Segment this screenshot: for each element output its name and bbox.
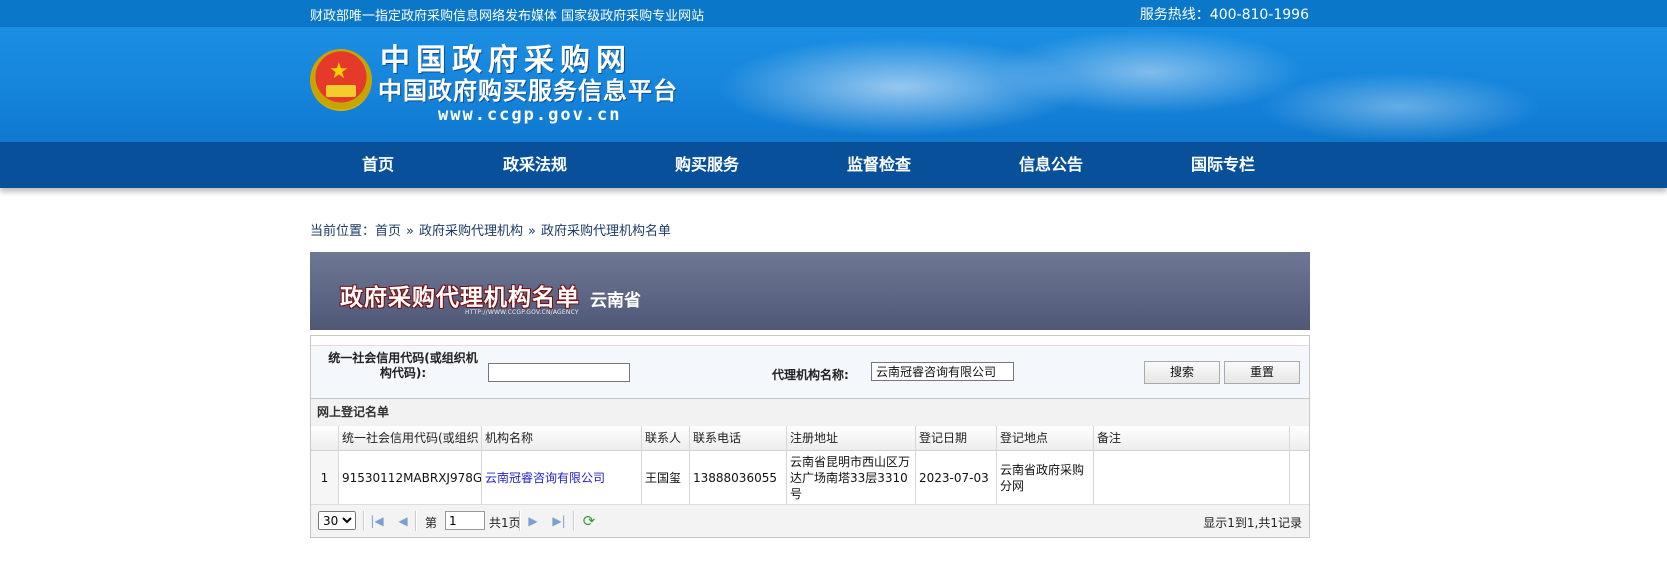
- agency-name-label: 代理机构名称:: [772, 368, 849, 382]
- breadcrumb-agency[interactable]: 政府采购代理机构: [419, 224, 523, 239]
- site-subtitle: 中国政府购买服务信息平台: [378, 77, 678, 105]
- pager-divider: [415, 511, 417, 531]
- table-row[interactable]: 1 91530112MABRXJ978G 云南冠睿咨询有限公司 王国玺 1388…: [311, 451, 1309, 505]
- site-title[interactable]: 中国政府采购网: [380, 45, 632, 77]
- next-page-icon[interactable]: ▶: [525, 513, 541, 529]
- service-hotline: 服务热线：400-810-1996: [1139, 7, 1309, 23]
- page-number-input[interactable]: [445, 511, 485, 530]
- header-contact[interactable]: 联系人: [642, 426, 690, 450]
- agency-name-input[interactable]: [871, 362, 1014, 381]
- site-url: www.ccgp.gov.cn: [438, 105, 622, 125]
- main-nav: 首页 政采法规 购买服务 监督检查 信息公告 国际专栏: [0, 142, 1667, 188]
- nav-announcements[interactable]: 信息公告: [1019, 142, 1083, 188]
- pager-divider: [519, 511, 521, 531]
- pager-divider: [573, 511, 575, 531]
- cell-address: 云南省昆明市西山区万达广场南塔33层3310号: [787, 451, 916, 504]
- nav-supervision[interactable]: 监督检查: [847, 142, 911, 188]
- page-size-select[interactable]: 30: [318, 511, 356, 530]
- page-title: 政府采购代理机构名单: [340, 284, 580, 311]
- banner-url: HTTP://WWW.CCGP.GOV.CN/AGENCY: [465, 309, 579, 316]
- site-slogan: 财政部唯一指定政府采购信息网络发布媒体 国家级政府采购专业网站: [310, 9, 705, 24]
- breadcrumb: 当前位置：首页 » 政府采购代理机构 » 政府采购代理机构名单: [310, 220, 671, 239]
- first-page-icon[interactable]: |◀: [369, 513, 385, 529]
- top-bar: 财政部唯一指定政府采购信息网络发布媒体 国家级政府采购专业网站 服务热线：400…: [0, 0, 1667, 27]
- credit-code-input[interactable]: [488, 363, 630, 382]
- cell-agency-name-wrap: 云南冠睿咨询有限公司: [482, 451, 642, 504]
- header-phone[interactable]: 联系电话: [690, 426, 787, 450]
- header-rownum: [311, 426, 339, 450]
- nav-purchase-services[interactable]: 购买服务: [675, 142, 739, 188]
- page-label-before: 第: [425, 516, 438, 530]
- page-title-banner: 政府采购代理机构名单 云南省 HTTP://WWW.CCGP.GOV.CN/AG…: [310, 252, 1310, 330]
- pagination-bar: 30 |◀ ◀ 第 共1页 ▶ ▶| ⟳ 显示1到1,共1记录: [311, 504, 1309, 537]
- header-banner: ★ 中国政府采购网 中国政府购买服务信息平台 www.ccgp.gov.cn: [0, 27, 1667, 142]
- cell-contact: 王国玺: [642, 451, 690, 504]
- header-reg-date[interactable]: 登记日期: [916, 426, 997, 450]
- agency-name-link[interactable]: 云南冠睿咨询有限公司: [485, 469, 605, 486]
- cell-credit-code: 91530112MABRXJ978G: [339, 451, 482, 504]
- cell-remark: [1094, 451, 1290, 504]
- breadcrumb-agency-list[interactable]: 政府采购代理机构名单: [541, 224, 671, 239]
- row-number: 1: [311, 451, 339, 504]
- breadcrumb-separator: »: [528, 224, 536, 239]
- nav-home[interactable]: 首页: [362, 142, 394, 188]
- header-agency-name[interactable]: 机构名称: [482, 426, 642, 450]
- grid-header: 统一社会信用代码(或组织 机构名称 联系人 联系电话 注册地址 登记日期 登记地…: [311, 426, 1309, 451]
- search-panel: 统一社会信用代码(或组织机构代码): 代理机构名称: 搜索 重置: [310, 335, 1310, 400]
- pager-divider: [363, 511, 365, 531]
- search-button[interactable]: 搜索: [1144, 361, 1220, 384]
- breadcrumb-separator: »: [406, 224, 414, 239]
- last-page-icon[interactable]: ▶|: [551, 513, 567, 529]
- page-total-label: 共1页: [489, 516, 521, 530]
- breadcrumb-prefix: 当前位置：: [310, 224, 376, 239]
- nav-international[interactable]: 国际专栏: [1191, 142, 1255, 188]
- province-label: 云南省: [590, 291, 641, 311]
- credit-code-label: 统一社会信用代码(或组织机构代码):: [328, 351, 478, 380]
- record-info: 显示1到1,共1记录: [1203, 516, 1302, 530]
- header-address[interactable]: 注册地址: [787, 426, 916, 450]
- header-reg-place[interactable]: 登记地点: [997, 426, 1094, 450]
- agency-grid: 网上登记名单 统一社会信用代码(或组织 机构名称 联系人 联系电话 注册地址 登…: [310, 398, 1310, 538]
- cell-reg-place: 云南省政府采购分网: [997, 451, 1094, 504]
- header-remark[interactable]: 备注: [1094, 426, 1290, 450]
- reset-button[interactable]: 重置: [1224, 361, 1300, 384]
- national-emblem-icon: ★: [310, 49, 372, 111]
- refresh-icon[interactable]: ⟳: [581, 513, 597, 529]
- grid-caption: 网上登记名单: [311, 399, 1309, 427]
- breadcrumb-home[interactable]: 首页: [375, 224, 401, 239]
- prev-page-icon[interactable]: ◀: [395, 513, 411, 529]
- cell-reg-date: 2023-07-03: [916, 451, 997, 504]
- header-credit-code[interactable]: 统一社会信用代码(或组织: [339, 426, 482, 450]
- cell-phone: 13888036055: [690, 451, 787, 504]
- nav-regulations[interactable]: 政采法规: [503, 142, 567, 188]
